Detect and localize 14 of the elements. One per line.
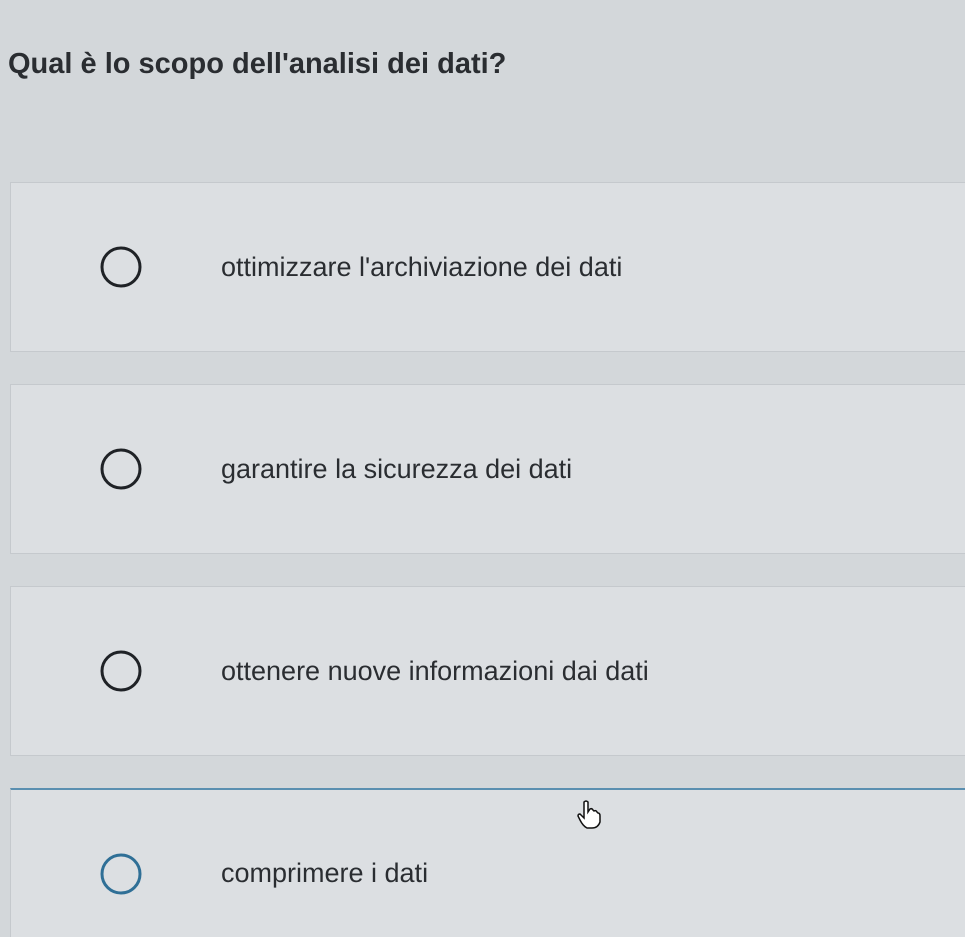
option-label: garantire la sicurezza dei dati <box>221 454 572 484</box>
radio-button[interactable] <box>99 852 143 896</box>
answer-option[interactable]: garantire la sicurezza dei dati <box>10 384 965 554</box>
answer-option[interactable]: comprimere i dati <box>10 788 965 937</box>
option-label: ottenere nuove informazioni dai dati <box>221 656 649 686</box>
question-text: Qual è lo scopo dell'analisi dei dati? <box>7 47 508 82</box>
answer-option[interactable]: ottenere nuove informazioni dai dati <box>10 586 965 756</box>
option-label: ottimizzare l'archiviazione dei dati <box>221 252 622 282</box>
radio-button[interactable] <box>99 649 143 693</box>
radio-button[interactable] <box>99 447 143 491</box>
hand-pointer-icon <box>576 800 602 830</box>
radio-button[interactable] <box>99 245 143 289</box>
answer-option[interactable]: ottimizzare l'archiviazione dei dati <box>10 182 965 352</box>
option-label: comprimere i dati <box>221 858 428 889</box>
